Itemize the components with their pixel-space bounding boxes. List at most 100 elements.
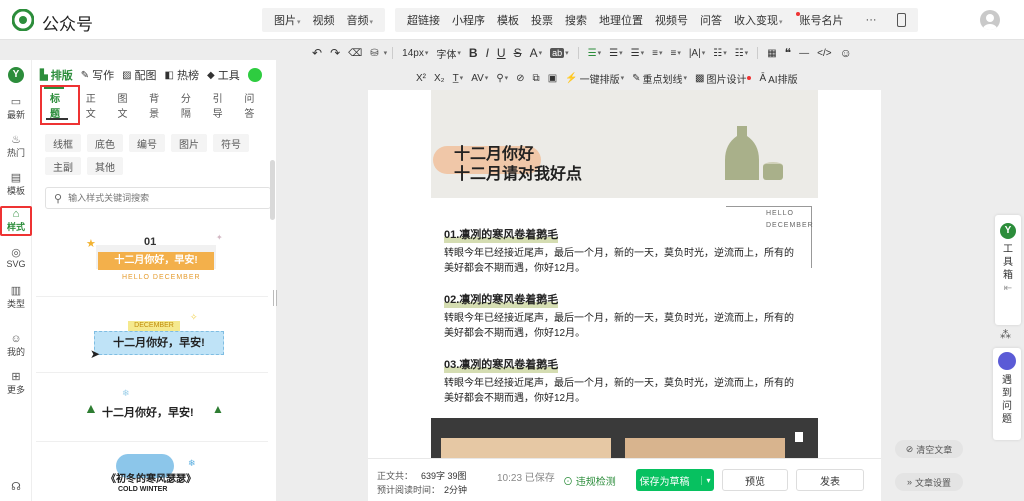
headset-icon[interactable]: ☊: [0, 481, 32, 493]
help-panel[interactable]: 遇到问题: [993, 348, 1021, 440]
menu-search[interactable]: 搜索: [559, 12, 593, 28]
subtab-background[interactable]: 背景: [149, 90, 169, 120]
nav-svg[interactable]: ◎ SVG: [0, 247, 32, 269]
toggle-switch[interactable]: [247, 68, 262, 82]
highlight-line-button[interactable]: ✎ 重点划线 ▾: [628, 71, 691, 86]
text-indent-icon[interactable]: T̲ ▾: [449, 73, 468, 84]
menu-video[interactable]: 视频: [307, 12, 341, 28]
tab-tools[interactable]: ◆ 工具: [207, 67, 240, 83]
subscript-button[interactable]: X₂: [430, 73, 449, 84]
nav-hot[interactable]: ♨ 热门: [0, 134, 32, 159]
divider-line-icon[interactable]: —: [795, 48, 813, 59]
emoji-icon[interactable]: ☺: [836, 46, 856, 60]
toolbox-panel[interactable]: Y 工具箱 ⇤: [995, 215, 1021, 325]
clear-format-icon[interactable]: ⊘: [512, 73, 528, 84]
link-icon[interactable]: ⚲ ▾: [492, 73, 512, 84]
publish-button[interactable]: 发表: [796, 469, 864, 491]
menu-qa[interactable]: 问答: [694, 12, 728, 28]
italic-button[interactable]: I: [482, 46, 493, 60]
chip-frame[interactable]: 线框: [45, 134, 81, 152]
style-card[interactable]: ❄ 《初冬的寒风瑟瑟》 COLD WINTER: [36, 444, 268, 501]
nav-latest[interactable]: ▭ 最新: [0, 96, 32, 121]
subtab-body[interactable]: 正文: [86, 90, 106, 120]
menu-template[interactable]: 模板: [491, 12, 525, 28]
chip-main-sub[interactable]: 主副: [45, 157, 81, 175]
menu-monetize[interactable]: 收入变现▾: [728, 12, 789, 28]
menu-account-card[interactable]: 账号名片: [789, 12, 850, 28]
underline-button[interactable]: U: [493, 46, 510, 60]
chip-bg-color[interactable]: 底色: [87, 134, 123, 152]
font-family-select[interactable]: 字体 ▾: [432, 46, 465, 61]
chip-symbol[interactable]: 符号: [213, 134, 249, 152]
menu-location[interactable]: 地理位置: [593, 12, 649, 28]
avatar[interactable]: [980, 10, 1000, 30]
crop-icon[interactable]: ⧉: [529, 73, 544, 84]
violation-check-link[interactable]: ⊙ 违规检测: [563, 473, 616, 488]
clear-article-button[interactable]: ⊘ 清空文章: [895, 440, 963, 458]
list-icon[interactable]: ☷ ▾: [709, 48, 730, 59]
ordered-list-icon[interactable]: ☷ ▾: [731, 48, 752, 59]
chevron-down-icon[interactable]: ▾: [701, 475, 711, 485]
table-icon[interactable]: ▦: [763, 48, 780, 59]
chip-other[interactable]: 其他: [87, 157, 123, 175]
paragraph-spacing-icon[interactable]: ≡ ▾: [666, 48, 684, 59]
font-size-select[interactable]: 14px ▾: [398, 48, 432, 59]
menu-image[interactable]: 图片▾: [268, 12, 307, 28]
nav-mine[interactable]: ☺ 我的: [0, 333, 32, 358]
letter-spacing-icon[interactable]: |A| ▾: [685, 48, 709, 59]
text-spacing-icon[interactable]: AV ▾: [467, 73, 492, 84]
undo-icon[interactable]: ↶: [308, 46, 326, 60]
preview-button[interactable]: 预览: [722, 469, 788, 491]
subtab-guide[interactable]: 引导: [213, 90, 233, 120]
style-card[interactable]: ▲ ▲ ❄ 十二月你好，早安!: [36, 374, 268, 442]
menu-more[interactable]: ···: [860, 14, 883, 26]
subtab-image-text[interactable]: 图文: [117, 90, 137, 120]
menu-hyperlink[interactable]: 超链接: [401, 12, 446, 28]
nav-more[interactable]: ⊞ 更多: [0, 371, 32, 396]
subtab-qa[interactable]: 问答: [244, 90, 264, 120]
tab-layout[interactable]: ▙ 排版: [40, 67, 73, 83]
strikethrough-button[interactable]: S: [510, 46, 526, 60]
save-draft-button[interactable]: 保存为草稿 ▾: [636, 469, 714, 491]
align-justify-icon[interactable]: ☰ ▾: [627, 48, 648, 59]
quote-icon[interactable]: ❝: [781, 46, 795, 60]
nav-template[interactable]: ▤ 模板: [0, 172, 32, 197]
ai-layout-button[interactable]: Ā AI排版: [755, 71, 801, 86]
briefcase-icon[interactable]: ▣: [544, 73, 561, 84]
style-card[interactable]: ★ ✦ 01 十二月你好，早安! HELLO DECEMBER: [36, 225, 268, 297]
resize-handle[interactable]: [273, 290, 277, 306]
line-height-icon[interactable]: ≡ ▾: [648, 48, 666, 59]
chip-image[interactable]: 图片: [171, 134, 207, 152]
menu-miniprogram[interactable]: 小程序: [446, 12, 491, 28]
menu-vote[interactable]: 投票: [525, 12, 559, 28]
article-settings-button[interactable]: » 文章设置: [895, 473, 963, 491]
search-input[interactable]: [68, 193, 249, 203]
mobile-preview-button[interactable]: [884, 8, 918, 32]
menu-channels[interactable]: 视频号: [649, 12, 694, 28]
background-color-button[interactable]: ab ▾: [546, 48, 573, 58]
align-left-icon[interactable]: ☰ ▾: [584, 48, 605, 59]
nav-style[interactable]: ⌂ 样式: [0, 206, 32, 236]
tab-hotlist[interactable]: ◧ 热榜: [165, 67, 199, 83]
one-click-layout-button[interactable]: ⚡ 一键排版 ▾: [561, 71, 628, 86]
brand-logo-icon[interactable]: Y: [0, 64, 32, 88]
superscript-button[interactable]: X²: [412, 73, 430, 84]
apps-icon[interactable]: ⁂: [1000, 328, 1011, 341]
tab-illustration[interactable]: ▨ 配图: [122, 67, 156, 83]
menu-audio[interactable]: 音频▾: [341, 12, 380, 28]
image-design-button[interactable]: ▩ 图片设计: [691, 71, 755, 86]
subtab-separator[interactable]: 分隔: [181, 90, 201, 120]
align-center-icon[interactable]: ☰ ▾: [605, 48, 626, 59]
eraser-icon[interactable]: ⌫: [344, 48, 366, 59]
bold-button[interactable]: B: [465, 46, 482, 60]
style-card[interactable]: DECEMBER ✧ 十二月你好，早安! ➤: [36, 298, 268, 373]
redo-icon[interactable]: ↷: [326, 46, 344, 60]
font-color-button[interactable]: A ▾: [526, 46, 547, 60]
code-icon[interactable]: </>: [813, 48, 835, 59]
style-search-box[interactable]: ⚲: [45, 187, 271, 209]
nav-type[interactable]: ▥ 类型: [0, 285, 32, 310]
format-paint-icon[interactable]: ⛁: [366, 48, 382, 59]
chip-number[interactable]: 编号: [129, 134, 165, 152]
tab-writing[interactable]: ✎ 写作: [81, 67, 114, 83]
scrollbar[interactable]: [270, 160, 275, 220]
